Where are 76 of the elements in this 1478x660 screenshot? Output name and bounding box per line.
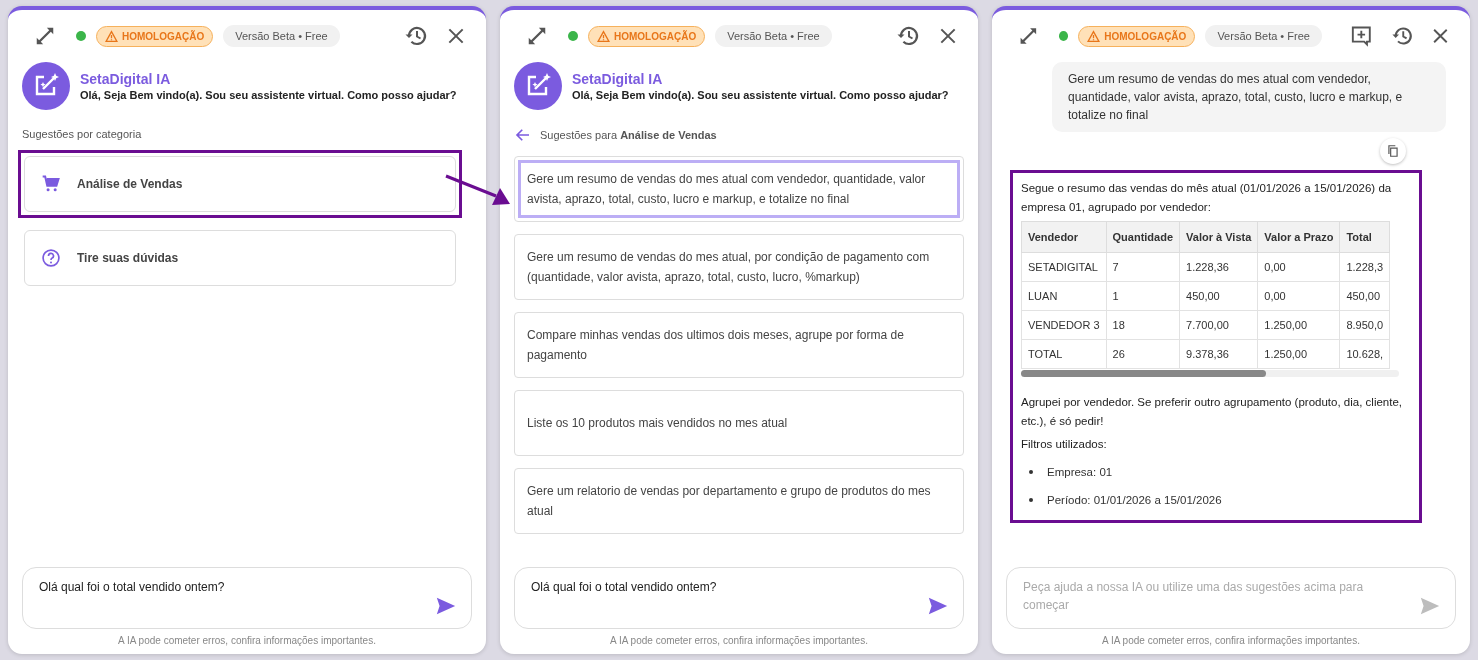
message-input[interactable]: Olá qual foi o total vendido ontem?: [514, 567, 964, 629]
close-icon[interactable]: [1431, 26, 1450, 46]
back-arrow-icon[interactable]: [514, 126, 532, 144]
assistant-avatar-icon: [22, 62, 70, 110]
table-cell: TOTAL: [1021, 339, 1107, 369]
suggestion-item[interactable]: Compare minhas vendas dos ultimos dois meses, agrupe por forma de pagamento: [514, 312, 964, 378]
assistant-avatar-icon: [514, 62, 562, 110]
column-header: Quantidade: [1106, 221, 1180, 253]
history-icon[interactable]: [896, 24, 920, 48]
table-cell: 9.378,36: [1179, 339, 1258, 369]
table-cell: SETADIGITAL: [1021, 252, 1107, 282]
version-chip: Versão Beta • Free: [223, 25, 340, 47]
history-icon[interactable]: [1390, 24, 1414, 48]
column-header: Vendedor: [1021, 221, 1107, 253]
assistant-name: SetaDigital IA: [80, 71, 172, 87]
table-cell: 26: [1106, 339, 1180, 369]
version-chip: Versão Beta • Free: [1205, 25, 1322, 47]
new-chat-icon[interactable]: [1349, 24, 1373, 48]
disclaimer-text: A IA pode cometer erros, confira informações importantes.: [117, 635, 377, 646]
section-label: Sugestões por categoria: [22, 128, 143, 140]
expand-icon[interactable]: [34, 25, 56, 47]
help-icon: [41, 248, 61, 268]
column-header: Total: [1339, 221, 1390, 253]
suggestion-item[interactable]: Gere um resumo de vendas do mes atual, por condição de pagamento com (quantidade, valor avista, aprazo, total, custo, lucro, %markup): [514, 234, 964, 300]
close-icon[interactable]: [446, 26, 466, 46]
table-cell: 7: [1106, 252, 1180, 282]
table-cell: 7.700,00: [1179, 310, 1258, 340]
environment-badge: HOMOLOGAÇÃO: [96, 25, 214, 47]
history-icon[interactable]: [404, 24, 428, 48]
column-header: Valor à Vista: [1179, 221, 1258, 253]
expand-icon[interactable]: [526, 25, 548, 47]
response-text: Segue o resumo das vendas do mês atual (01/01/2026 a 15/01/2026) da empresa 01, agrupado por vendedor:: [1021, 181, 1393, 215]
disclaimer-text: A IA pode cometer erros, confira informações importantes.: [1101, 635, 1361, 646]
suggestion-item[interactable]: Gere um relatorio de vendas por departamento e grupo de produtos do mes atual: [514, 468, 964, 534]
filter-item: Período: 01/01/2026 a 15/01/2026: [1047, 493, 1222, 508]
response-text: Agrupei por vendedor. Se preferir outro agrupamento (produto, dia, cliente, etc.), é só pedir!: [1021, 395, 1403, 429]
table-cell: 1.250,00: [1257, 310, 1340, 340]
table-cell: LUAN: [1021, 281, 1107, 311]
cart-icon: [41, 174, 61, 194]
category-item[interactable]: Análise de Vendas: [24, 156, 456, 212]
copy-icon: [1386, 144, 1400, 158]
table-cell: 0,00: [1257, 252, 1340, 282]
column-header: Valor a Prazo: [1257, 221, 1340, 253]
filters-label: Filtros utilizados:: [1021, 437, 1108, 452]
table-cell: 8.950,0: [1339, 310, 1390, 340]
message-input[interactable]: Olá qual foi o total vendido ontem?: [22, 567, 472, 629]
user-message: Gere um resumo de vendas do mes atual com vendedor, quantidade, valor avista, aprazo, total, custo, lucro e markup, e totalize no final: [1052, 62, 1446, 132]
table-cell: 1: [1106, 281, 1180, 311]
table-cell: 450,00: [1179, 281, 1258, 311]
table-cell: 18: [1106, 310, 1180, 340]
bullet-icon: [1029, 498, 1033, 502]
table-cell: 450,00: [1339, 281, 1390, 311]
table-cell: 1.228,3: [1339, 252, 1390, 282]
filter-item: Empresa: 01: [1047, 465, 1113, 480]
close-icon[interactable]: [938, 26, 958, 46]
greeting-text: Olá, Seja Bem vindo(a). Sou seu assistente virtual. Como posso ajudar?: [80, 89, 457, 101]
greeting-text: Olá, Seja Bem vindo(a). Sou seu assistente virtual. Como posso ajudar?: [572, 89, 949, 101]
disclaimer-text: A IA pode cometer erros, confira informações importantes.: [609, 635, 869, 646]
scrollbar[interactable]: [1021, 370, 1399, 377]
copy-button[interactable]: [1380, 138, 1406, 164]
environment-badge: HOMOLOGAÇÃO: [1078, 25, 1196, 47]
table-cell: 1.228,36: [1179, 252, 1258, 282]
bullet-icon: [1029, 470, 1033, 474]
section-label: Sugestões para Análise de Vendas: [540, 129, 717, 141]
table-cell: 10.628,: [1339, 339, 1390, 369]
suggestion-item[interactable]: Liste os 10 produtos mais vendidos no mes atual: [514, 390, 964, 456]
table-cell: 0,00: [1257, 281, 1340, 311]
category-item[interactable]: Tire suas dúvidas: [24, 230, 456, 286]
assistant-name: SetaDigital IA: [572, 71, 664, 87]
suggestion-item[interactable]: Gere um resumo de vendas do mes atual com vendedor, quantidade, valor avista, aprazo, total, custo, lucro e markup, e totalize no final: [514, 156, 964, 222]
environment-badge: HOMOLOGAÇÃO: [588, 25, 706, 47]
expand-icon[interactable]: [1018, 25, 1039, 47]
message-input[interactable]: Peça ajuda a nossa IA ou utilize uma das sugestões acima para começar: [1006, 567, 1456, 629]
table-cell: 1.250,00: [1257, 339, 1340, 369]
version-chip: Versão Beta • Free: [715, 25, 832, 47]
table-cell: VENDEDOR 3: [1021, 310, 1107, 340]
